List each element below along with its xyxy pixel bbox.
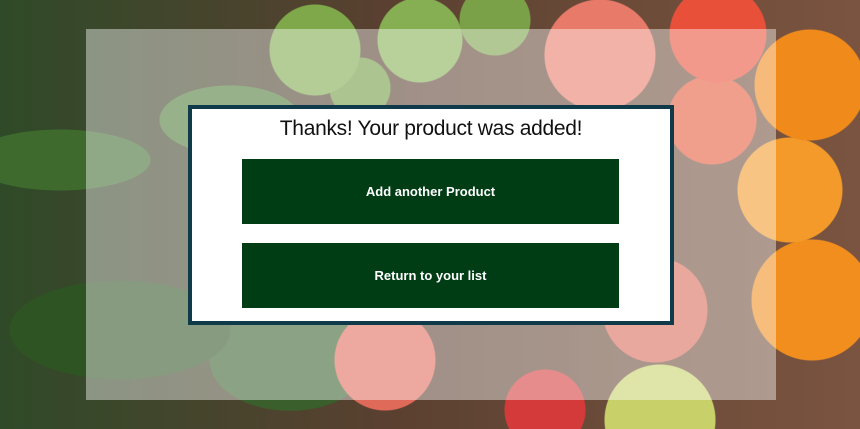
add-another-product-button[interactable]: Add another Product	[242, 159, 619, 224]
dialog-title: Thanks! Your product was added!	[279, 117, 583, 140]
confirmation-dialog: Thanks! Your product was added! Add anot…	[188, 105, 674, 325]
return-to-list-button[interactable]: Return to your list	[242, 243, 619, 308]
